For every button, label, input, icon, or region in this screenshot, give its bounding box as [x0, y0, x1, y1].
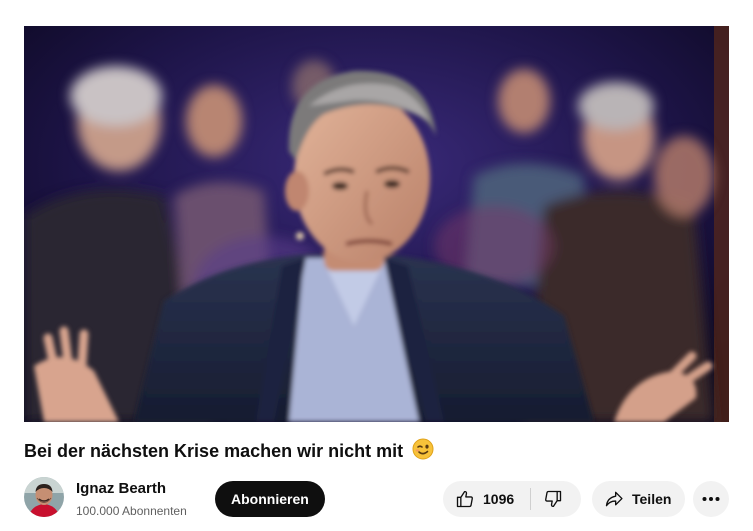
like-dislike-group: 1096 [443, 481, 581, 517]
share-arrow-icon [605, 491, 623, 507]
video-title: Bei der nächsten Krise machen wir nicht … [24, 438, 434, 463]
more-horizontal-icon [702, 497, 720, 501]
video-title-text: Bei der nächsten Krise machen wir nicht … [24, 441, 404, 461]
more-actions-button[interactable] [693, 481, 729, 517]
youtube-watch-page: Bei der nächsten Krise machen wir nicht … [0, 0, 753, 531]
video-frame [24, 26, 729, 422]
subscriber-count: 100.000 Abonnenten [76, 504, 187, 518]
like-button[interactable]: 1096 [443, 481, 530, 517]
share-label: Teilen [632, 491, 672, 507]
thumbs-down-icon [545, 490, 562, 508]
winking-face-emoji-icon [412, 438, 434, 460]
dislike-button[interactable] [531, 481, 581, 517]
channel-name[interactable]: Ignaz Bearth [76, 480, 166, 498]
avatar-image [24, 477, 64, 517]
like-count: 1096 [483, 491, 515, 507]
video-player[interactable] [24, 26, 729, 422]
channel-avatar[interactable] [24, 477, 64, 517]
thumbs-up-icon [456, 490, 473, 508]
subscribe-button[interactable]: Abonnieren [215, 481, 325, 517]
share-button[interactable]: Teilen [592, 481, 685, 517]
